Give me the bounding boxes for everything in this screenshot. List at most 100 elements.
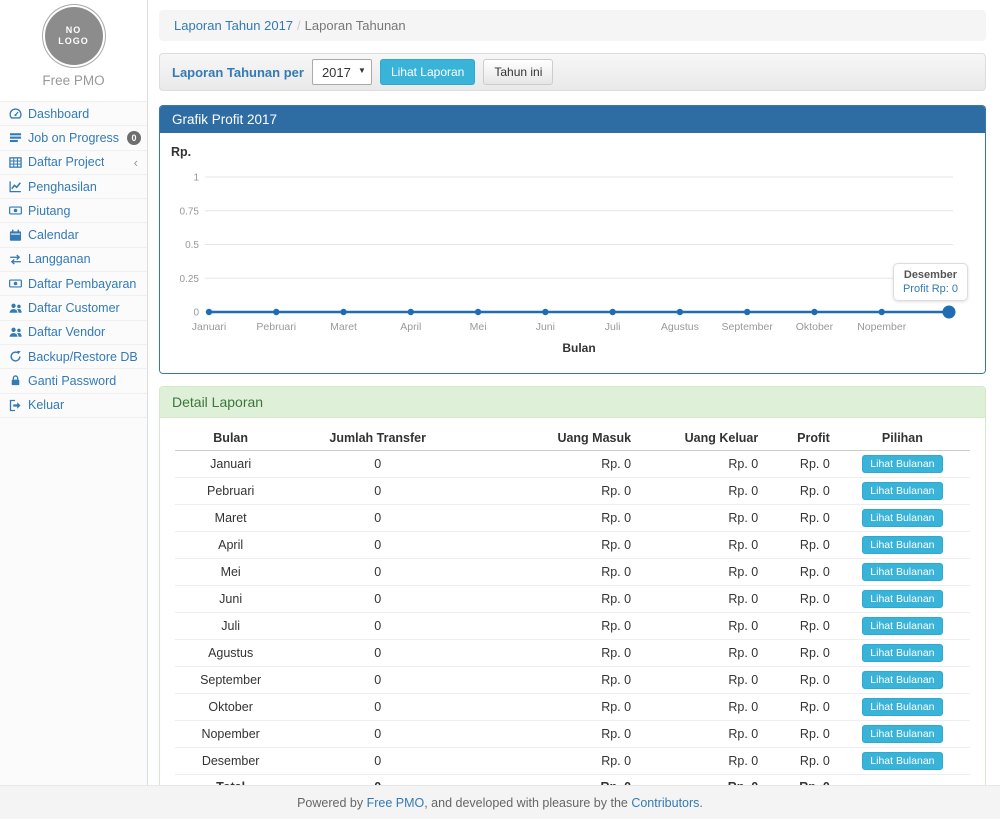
money-icon	[9, 204, 22, 217]
count-badge: 0	[127, 131, 141, 145]
lihat-bulanan-button[interactable]: Lihat Bulanan	[862, 725, 942, 743]
lihat-bulanan-button[interactable]: Lihat Bulanan	[862, 509, 942, 527]
cell-bulan: Mei	[175, 559, 286, 586]
footer-freepmo-link[interactable]: Free PMO	[367, 796, 425, 810]
svg-text:Bulan: Bulan	[562, 341, 595, 355]
tasks-icon	[9, 131, 22, 144]
sidebar-item-langganan[interactable]: Langganan	[0, 248, 147, 272]
cell-bulan: Juni	[175, 586, 286, 613]
chevron-left-icon: ‹	[134, 156, 141, 169]
sidebar-item-penghasilan[interactable]: Penghasilan	[0, 175, 147, 199]
year-select-wrap: 2017 ▼	[312, 59, 372, 85]
cell-bulan: Juli	[175, 613, 286, 640]
cell-jumlah-transfer: 0	[286, 532, 469, 559]
sidebar-item-daftar-customer[interactable]: Daftar Customer	[0, 296, 147, 320]
table-row: Oktober0Rp. 0Rp. 0Rp. 0Lihat Bulanan	[175, 694, 970, 721]
tooltip-title: Desember	[903, 269, 958, 281]
sidebar-item-label: Dashboard	[28, 107, 89, 121]
cell-profit: Rp. 0	[763, 586, 835, 613]
calendar-icon	[9, 229, 22, 242]
sidebar-item-ganti-password[interactable]: Ganti Password	[0, 369, 147, 393]
sidebar-item-keluar[interactable]: Keluar	[0, 394, 147, 418]
sidebar-item-backup-restore-db[interactable]: Backup/Restore DB	[0, 345, 147, 369]
cell-profit: Rp. 0	[763, 613, 835, 640]
cell-profit: Rp. 0	[763, 721, 835, 748]
lihat-bulanan-button[interactable]: Lihat Bulanan	[862, 671, 942, 689]
lihat-bulanan-button[interactable]: Lihat Bulanan	[862, 644, 942, 662]
lihat-laporan-button[interactable]: Lihat Laporan	[380, 59, 475, 85]
cell-bulan: Oktober	[175, 694, 286, 721]
cell-bulan: Pebruari	[175, 478, 286, 505]
breadcrumb-current: Laporan Tahunan	[305, 18, 406, 33]
breadcrumb-link-laporan-tahun[interactable]: Laporan Tahun 2017	[174, 18, 293, 33]
cell-bulan: Januari	[175, 451, 286, 478]
cell-uang-masuk: Rp. 0	[469, 451, 636, 478]
svg-text:Nopember: Nopember	[857, 321, 907, 333]
report-table-header-row: BulanJumlah TransferUang MasukUang Kelua…	[175, 426, 970, 451]
sidebar-item-dashboard[interactable]: Dashboard	[0, 102, 147, 126]
table-row: Nopember0Rp. 0Rp. 0Rp. 0Lihat Bulanan	[175, 721, 970, 748]
sign-out-icon	[9, 399, 22, 412]
sidebar-item-label: Calendar	[28, 228, 79, 242]
users-icon	[9, 326, 22, 339]
footer-contributors-link[interactable]: Contributors	[631, 796, 699, 810]
cell-uang-keluar: Rp. 0	[636, 505, 763, 532]
column-header: Uang Masuk	[469, 426, 636, 451]
users-icon	[9, 302, 22, 315]
cell-bulan: Desember	[175, 748, 286, 775]
logo-box: NO LOGO Free PMO	[0, 0, 147, 101]
cell-uang-masuk: Rp. 0	[469, 748, 636, 775]
profit-line-chart: Rp.10.750.50.250JanuariPebruariMaretApri…	[169, 142, 976, 363]
cell-profit: Rp. 0	[763, 478, 835, 505]
cell-uang-keluar: Rp. 0	[636, 532, 763, 559]
cell-jumlah-transfer: 0	[286, 667, 469, 694]
cell-profit: Rp. 0	[763, 748, 835, 775]
cell-jumlah-transfer: 0	[286, 478, 469, 505]
table-row: Januari0Rp. 0Rp. 0Rp. 0Lihat Bulanan	[175, 451, 970, 478]
lihat-bulanan-button[interactable]: Lihat Bulanan	[862, 752, 942, 770]
tooltip-value: Profit Rp: 0	[903, 283, 958, 295]
sidebar-item-label: Daftar Project	[28, 155, 104, 169]
cell-uang-keluar: Rp. 0	[636, 667, 763, 694]
breadcrumb: Laporan Tahun 2017/Laporan Tahunan	[159, 10, 986, 41]
cell-bulan: Maret	[175, 505, 286, 532]
cell-uang-keluar: Rp. 0	[636, 586, 763, 613]
sidebar-item-label: Keluar	[28, 398, 64, 412]
cell-profit: Rp. 0	[763, 667, 835, 694]
lihat-bulanan-button[interactable]: Lihat Bulanan	[862, 617, 942, 635]
sidebar-item-piutang[interactable]: Piutang	[0, 199, 147, 223]
cell-profit: Rp. 0	[763, 505, 835, 532]
report-table-body: Januari0Rp. 0Rp. 0Rp. 0Lihat BulananPebr…	[175, 451, 970, 799]
cell-uang-keluar: Rp. 0	[636, 748, 763, 775]
tachometer-icon	[9, 107, 22, 120]
sidebar: NO LOGO Free PMO Dashboard Job on Progres…	[0, 0, 148, 785]
svg-text:0.75: 0.75	[180, 206, 200, 217]
sidebar-item-job-on-progress[interactable]: Job on Progress0	[0, 126, 147, 150]
lihat-bulanan-button[interactable]: Lihat Bulanan	[862, 455, 942, 473]
sidebar-item-daftar-vendor[interactable]: Daftar Vendor	[0, 321, 147, 345]
lihat-bulanan-button[interactable]: Lihat Bulanan	[862, 563, 942, 581]
table-row: April0Rp. 0Rp. 0Rp. 0Lihat Bulanan	[175, 532, 970, 559]
sidebar-item-calendar[interactable]: Calendar	[0, 223, 147, 247]
sidebar-item-label: Daftar Pembayaran	[28, 277, 136, 291]
cell-profit: Rp. 0	[763, 694, 835, 721]
lihat-bulanan-button[interactable]: Lihat Bulanan	[862, 698, 942, 716]
lihat-bulanan-button[interactable]: Lihat Bulanan	[862, 482, 942, 500]
retweet-icon	[9, 253, 22, 266]
year-select[interactable]: 2017	[312, 59, 372, 85]
cell-jumlah-transfer: 0	[286, 721, 469, 748]
table-row: September0Rp. 0Rp. 0Rp. 0Lihat Bulanan	[175, 667, 970, 694]
lihat-bulanan-button[interactable]: Lihat Bulanan	[862, 590, 942, 608]
sidebar-item-daftar-project[interactable]: Daftar Project ‹	[0, 151, 147, 175]
cell-bulan: April	[175, 532, 286, 559]
tahun-ini-button[interactable]: Tahun ini	[483, 59, 553, 85]
column-header: Bulan	[175, 426, 286, 451]
cell-jumlah-transfer: 0	[286, 694, 469, 721]
sidebar-item-daftar-pembayaran[interactable]: Daftar Pembayaran	[0, 272, 147, 296]
cell-uang-masuk: Rp. 0	[469, 613, 636, 640]
svg-text:0.5: 0.5	[185, 240, 199, 251]
svg-text:Mei: Mei	[470, 321, 487, 333]
cell-profit: Rp. 0	[763, 451, 835, 478]
lihat-bulanan-button[interactable]: Lihat Bulanan	[862, 536, 942, 554]
svg-text:Oktober: Oktober	[796, 321, 834, 333]
